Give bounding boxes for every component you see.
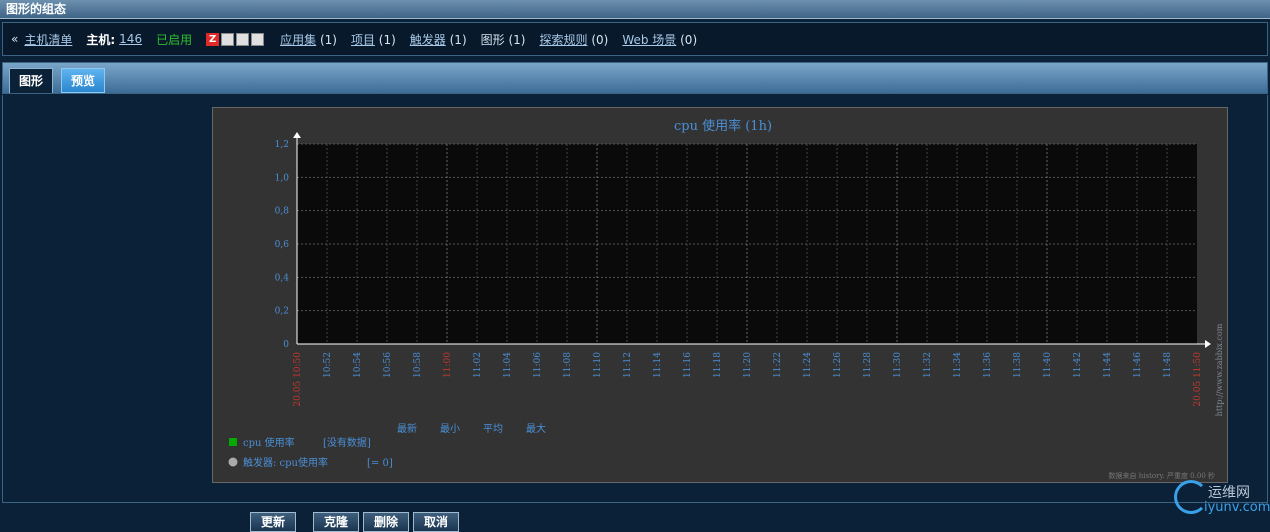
y-tick-label: 0,8 xyxy=(275,207,290,217)
y-axis-arrow-icon xyxy=(293,132,301,138)
x-tick-label: 10:56 xyxy=(383,352,393,378)
watermark-text: 运维网 xyxy=(1208,485,1250,501)
legend-cpu-value: [没有数据] xyxy=(323,436,371,449)
zabbix-agent-icon: Z xyxy=(206,32,220,46)
x-tick-label: 11:42 xyxy=(1073,352,1083,378)
update-button[interactable]: 更新 xyxy=(250,512,297,532)
x-tick-label: 11:28 xyxy=(863,352,873,378)
discovery-count: (0) xyxy=(591,32,609,47)
y-tick-label: 0 xyxy=(283,340,289,350)
x-tick-label: 11:34 xyxy=(953,352,963,378)
items-count: (1) xyxy=(378,32,396,47)
x-tick-label: 11:10 xyxy=(593,352,603,378)
x-tick-label: 11:40 xyxy=(1043,352,1053,378)
delete-button[interactable]: 删除 xyxy=(363,512,410,532)
applications-count: (1) xyxy=(319,32,337,47)
discovery-rules-link[interactable]: 探索规则 xyxy=(539,33,587,47)
x-tick-label: 11:46 xyxy=(1133,352,1143,378)
x-tick-label: 11:44 xyxy=(1103,352,1113,378)
ipmi-icon: I xyxy=(251,32,265,46)
tab-bar: 图形 预览 xyxy=(2,62,1268,94)
x-tick-label: 11:22 xyxy=(773,352,783,378)
watermark-logo: 运维网 iyunv.com xyxy=(1172,478,1270,522)
x-axis-arrow-icon xyxy=(1205,340,1211,348)
host-list-link[interactable]: 主机清单 xyxy=(24,31,72,48)
graphs-label: 图形 xyxy=(480,32,505,47)
x-tick-label: 11:30 xyxy=(893,352,903,378)
x-tick-label: 11:26 xyxy=(833,352,843,378)
legend-trigger-name: 触发器: cpu使用率 xyxy=(243,456,328,469)
x-tick-label: 11:16 xyxy=(683,352,693,378)
zabbix-url: http://www.zabbix.com xyxy=(1215,323,1224,416)
x-tick-label: 11:00 xyxy=(443,352,453,378)
cancel-button[interactable]: 取消 xyxy=(413,512,460,532)
triggers-count: (1) xyxy=(449,32,467,47)
back-arrow-icon: « xyxy=(11,32,19,46)
x-tick-label: 11:06 xyxy=(533,352,543,378)
watermark-domain: iyunv.com xyxy=(1204,500,1270,515)
legend-trigger-value: [= 0] xyxy=(367,458,393,469)
graphs-count: (1) xyxy=(508,32,526,47)
y-tick-label: 0,2 xyxy=(275,307,289,317)
legend-cpu-name: cpu 使用率 xyxy=(243,436,295,449)
watermark-swirl-icon xyxy=(1174,480,1208,514)
host-navigation: « 主机清单 主机: 146 已启用 Z S J I 应用集 (1) 项目 (1… xyxy=(2,22,1268,56)
x-tick-label: 11:38 xyxy=(1013,352,1023,378)
legend-swatch-trigger xyxy=(228,457,238,467)
legend-header-cell: 最大 xyxy=(526,422,546,435)
x-tick-label: 11:20 xyxy=(743,352,753,378)
cpu-usage-chart: cpu 使用率 (1h) 0 0,2 0,4 0,6 0,8 1,0 1,2 20.05 1… xyxy=(228,118,1224,480)
x-tick-label: 11:14 xyxy=(653,352,663,378)
web-scenarios-link[interactable]: Web 场景 xyxy=(622,33,676,47)
x-tick-label: 10:52 xyxy=(323,352,333,378)
x-tick-label: 20.05 10:50 xyxy=(293,352,303,407)
graph-preview: cpu 使用率 (1h) 0 0,2 0,4 0,6 0,8 1,0 1,2 20.05 1… xyxy=(212,107,1228,483)
y-tick-label: 1,0 xyxy=(275,173,290,183)
legend-swatch-cpu xyxy=(229,438,237,446)
y-tick-label: 1,2 xyxy=(275,140,289,150)
host-value-link[interactable]: 146 xyxy=(119,32,142,46)
chart-title: cpu 使用率 (1h) xyxy=(674,118,772,134)
x-tick-label: 11:02 xyxy=(473,352,483,378)
legend-header-cell: 最小 xyxy=(440,423,460,435)
x-tick-label: 11:08 xyxy=(563,352,573,378)
x-tick-label: 10:54 xyxy=(353,352,363,378)
applications-link[interactable]: 应用集 xyxy=(280,33,316,47)
legend-header-cell: 最新 xyxy=(397,422,417,435)
x-tick-label: 11:04 xyxy=(503,352,513,378)
x-tick-label: 11:12 xyxy=(623,352,633,378)
items-link[interactable]: 项目 xyxy=(351,33,375,47)
x-tick-label: 11:18 xyxy=(713,352,723,378)
x-tick-label: 11:24 xyxy=(803,352,813,378)
x-tick-label: 11:32 xyxy=(923,352,933,378)
tab-graph[interactable]: 图形 xyxy=(9,68,54,93)
jmx-icon: J xyxy=(236,32,250,46)
x-tick-label: 10:58 xyxy=(413,352,423,378)
x-tick-label: 20.05 11:50 xyxy=(1193,352,1203,407)
availability-badges: Z S J I xyxy=(206,32,265,46)
snmp-icon: S xyxy=(221,32,235,46)
clone-button[interactable]: 克隆 xyxy=(313,512,360,532)
y-tick-label: 0,6 xyxy=(275,240,290,250)
triggers-link[interactable]: 触发器 xyxy=(410,33,446,47)
web-count: (0) xyxy=(680,32,698,47)
window-title: 图形的组态 xyxy=(0,0,1270,19)
status-enabled[interactable]: 已启用 xyxy=(156,31,192,48)
host-label: 主机: xyxy=(86,32,116,47)
x-tick-label: 11:36 xyxy=(983,352,993,378)
tab-preview[interactable]: 预览 xyxy=(61,68,106,93)
x-tick-label: 11:48 xyxy=(1163,352,1173,378)
legend-header-cell: 平均 xyxy=(483,423,503,435)
y-tick-label: 0,4 xyxy=(275,273,290,283)
